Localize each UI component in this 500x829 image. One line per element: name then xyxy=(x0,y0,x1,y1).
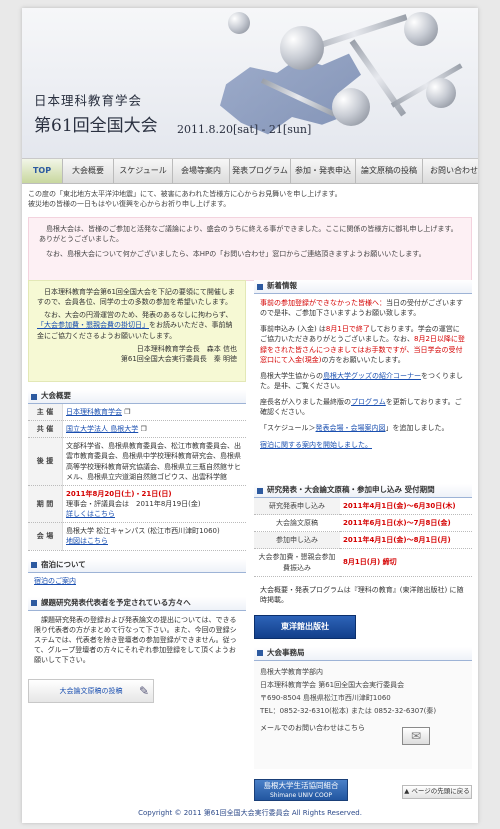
list-item: 事前の参加登録ができなかった皆様へ：当日の受付がございますので是非、ご参加下さい… xyxy=(260,299,463,318)
molecule-ball-icon xyxy=(228,12,250,34)
table-row: 大会論文原稿 2011年6月1日(水)〜7月8日(金) xyxy=(254,514,472,533)
molecule-ball-icon xyxy=(426,78,456,108)
list-item: 島根大学生協からの島根大学グッズの紹介コーナーをつくりました。是非、ご覧ください… xyxy=(260,371,463,390)
square-bullet-icon xyxy=(31,393,37,400)
header-banner: 日本理科教育学会 第61回全国大会 2011.8.20[sat] - 21[su… xyxy=(22,8,478,158)
signature-chair: 第61回全国大会実行委員長 秦 明徳 xyxy=(120,354,237,363)
program-link[interactable]: プログラム xyxy=(351,398,386,406)
schedule-table: 研究発表申し込み 2011年4月1日(金)〜6月30日(木) 大会論文原稿 2011… xyxy=(254,498,472,577)
molecule-ball-icon xyxy=(404,12,438,46)
nav-venue[interactable]: 会場等案内 xyxy=(173,159,230,183)
lodging-heading: 宿泊について xyxy=(28,558,246,573)
table-row: 会 場 島根大学 松江キャンパス (松江市西川津町1060) 地図はこちら xyxy=(28,522,246,551)
table-row: 主 催 日本理科教育学会 ❐ xyxy=(28,404,246,422)
external-link-icon: ❐ xyxy=(124,408,131,416)
overview-table: 主 催 日本理科教育学会 ❐ 共 催 国立大学法人 島根大学 ❐ 後 援 文部科… xyxy=(28,404,246,551)
map-link[interactable]: 地図はこちら xyxy=(66,537,108,545)
lodging-link[interactable]: 宿泊のご案内 xyxy=(34,577,76,585)
venue-map-link[interactable]: 発表会場・会場案内図 xyxy=(316,424,386,432)
news-list: 事前の参加登録ができなかった皆様へ：当日の受付がございますので是非、ご参加下さい… xyxy=(254,294,472,476)
mail-icon[interactable]: ✉ xyxy=(402,726,430,745)
greeting-box: 日本理科教育学会第61回全国大会を下記の要領にて開催しますので、会員各位、同学の… xyxy=(28,280,246,382)
org-name: 日本理科教育学会 xyxy=(34,93,143,108)
earthquake-notice: この度の「東北地方太平洋沖地震」にて、被害にあわれた皆様方に心からお見舞いを申し… xyxy=(28,190,342,209)
nav-paper-submission[interactable]: 論文原稿の投稿 xyxy=(356,159,423,183)
office-contact: 島根大学教育学部内 日本理科教育学会 第61回全国大会実行委員会 〒690-85… xyxy=(254,660,472,769)
coop-banner[interactable]: 島根大学生活協同組合 Shimane UNIV COOP xyxy=(254,778,348,801)
square-bullet-icon xyxy=(257,283,263,290)
external-link-icon: ❐ xyxy=(140,425,147,434)
square-bullet-icon xyxy=(31,600,37,607)
main-nav: TOP 大会概要 スケジュール 会場等案内 発表プログラム 参加・発表申込 論文… xyxy=(22,158,478,184)
presenters-heading: 課題研究発表代表者を予定されている方々へ xyxy=(28,596,246,611)
table-row: 期 間 2011年8月20日(土)・21日(日) 理事会・評議員会は 2011年… xyxy=(28,485,246,524)
schedule-note: 大会概要・発表プログラムは『理科の教育』(東洋館出版社) に随時掲載。 xyxy=(260,585,464,604)
presenters-text: 課題研究発表の登録および発表論文の提出については、できる限り代表者の方がまとめて… xyxy=(34,615,237,665)
square-bullet-icon xyxy=(31,562,37,569)
list-item: 「スケジュール＞発表会場・会場案内図」を追加しました。 xyxy=(260,424,449,433)
nav-schedule[interactable]: スケジュール xyxy=(114,159,173,183)
table-row: 大会参加費・懇親会参加費振込み 8月1日(月) 締切 xyxy=(254,548,472,577)
signature-president: 日本理科教育学会長 森本 信也 xyxy=(136,344,237,353)
nav-top[interactable]: TOP xyxy=(22,159,63,183)
table-row: 参加申し込み 2011年4月1日(金)〜8月1日(月) xyxy=(254,531,472,550)
list-item: 宿泊に関する案内を開始しました。 xyxy=(260,440,466,450)
nav-registration[interactable]: 参加・発表申込 xyxy=(291,159,356,183)
molecule-ball-icon xyxy=(332,88,370,126)
nav-program[interactable]: 発表プログラム xyxy=(230,159,291,183)
table-row: 共 催 国立大学法人 島根大学 ❐ xyxy=(28,420,246,439)
schedule-heading: 研究発表・大会論文原稿・参加申し込み 受付期間 xyxy=(254,484,472,498)
coop-goods-link[interactable]: 島根大学グッズの紹介コーナー xyxy=(323,372,421,380)
publisher-banner[interactable]: 東洋館出版社 xyxy=(254,614,356,639)
molecule-ball-icon xyxy=(280,26,324,70)
document-icon: ✎ xyxy=(138,684,149,699)
table-row: 後 援 文部科学省、島根県教育委員会、松江市教育委員会、出雲市教育委員会、島根県… xyxy=(28,437,246,486)
square-bullet-icon xyxy=(257,650,263,657)
mail-contact-link[interactable]: メールでのお問い合わせはこちら xyxy=(260,724,365,732)
nav-overview[interactable]: 大会概要 xyxy=(63,159,114,183)
page: 日本理科教育学会 第61回全国大会 2011.8.20[sat] - 21[su… xyxy=(22,8,478,823)
back-to-top-button[interactable]: ▲ ページの先頭に戻る xyxy=(402,785,472,799)
list-item: 座長名が入りました最終版のプログラムを更新しております。ご確認ください。 xyxy=(260,398,462,417)
fee-deadline-link[interactable]: 「大会参加費・懇親会費の掛切日」 xyxy=(37,321,149,329)
conference-date: 2011.8.20[sat] - 21[sun] xyxy=(177,123,312,136)
period-details-link[interactable]: 詳しくはこちら xyxy=(66,510,115,518)
overview-heading: 大会概要 xyxy=(28,390,246,404)
table-row: 研究発表申し込み 2011年4月1日(金)〜6月30日(木) xyxy=(254,498,472,516)
news-heading: 新着情報 xyxy=(254,280,472,294)
thanks-message: 島根大会は、皆様のご参加と活発なご議論により、盛会のうちに終える事ができました。… xyxy=(28,217,472,282)
list-item: 事前申込み (入金) は8月1日で終了しております。学会の運営にご協力いただきあ… xyxy=(260,325,465,364)
footer-copyright: Copyright © 2011 第61回全国大会実行委員会 All Right… xyxy=(138,809,362,817)
cohost-link[interactable]: 国立大学法人 島根大学 xyxy=(66,425,138,433)
conference-title: 第61回全国大会 xyxy=(34,116,158,136)
lodging-news-link[interactable]: 宿泊に関する案内を開始しました。 xyxy=(260,441,372,449)
organizer-link[interactable]: 日本理科教育学会 xyxy=(66,408,122,416)
office-heading: 大会事務局 xyxy=(254,646,472,661)
square-bullet-icon xyxy=(257,487,263,494)
paper-submission-button[interactable]: 大会論文原稿の投稿 ✎ xyxy=(28,679,154,704)
nav-contact[interactable]: お問い合わせ xyxy=(423,159,478,183)
